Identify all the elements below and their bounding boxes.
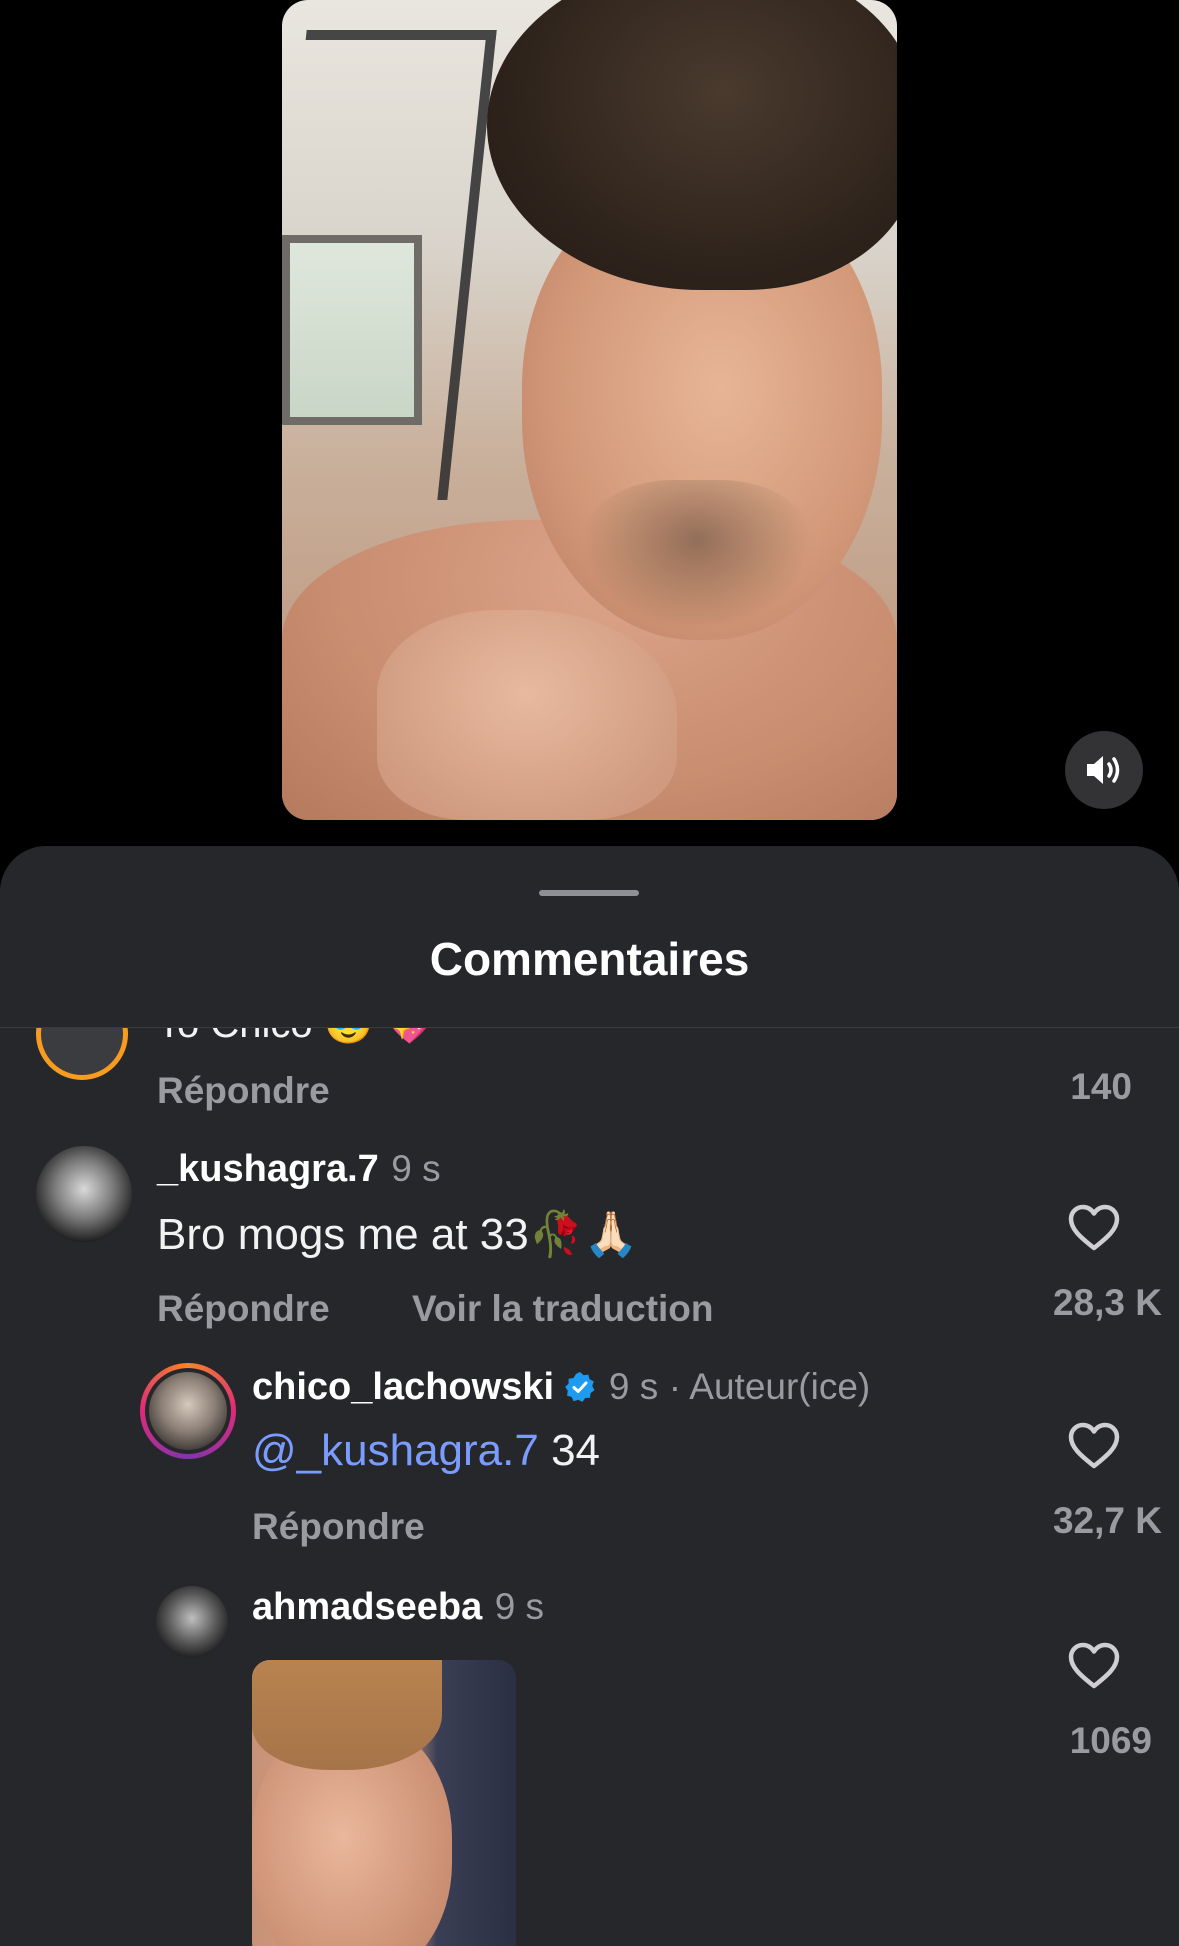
comment-username[interactable]: chico_lachowski bbox=[252, 1366, 554, 1408]
sheet-title: Commentaires bbox=[429, 933, 750, 985]
comment-header: ahmadseeba 9 s bbox=[252, 1586, 544, 1629]
comment-time: 9 s bbox=[391, 1148, 441, 1189]
like-count: 1069 bbox=[1069, 1720, 1152, 1761]
heart-icon[interactable] bbox=[1068, 1422, 1120, 1470]
like-count: 28,3 K bbox=[1052, 1282, 1162, 1323]
avatar-photo bbox=[149, 1372, 227, 1450]
comment-time: 9 s bbox=[494, 1586, 545, 1627]
comment-text: To Chico 🥹 💖 bbox=[157, 1028, 434, 1047]
comments-sheet: Commentaires To Chico 🥹 💖 Répondre 140 _… bbox=[0, 846, 1179, 1946]
sheet-grabber[interactable] bbox=[539, 890, 639, 896]
gif-hair bbox=[252, 1660, 442, 1770]
speaker-icon bbox=[1087, 756, 1120, 784]
avatar-ring-gap bbox=[145, 1368, 231, 1454]
avatar[interactable] bbox=[156, 1586, 228, 1658]
comment-username[interactable]: _kushagra.7 bbox=[157, 1148, 379, 1190]
comment-username[interactable]: ahmadseeba bbox=[252, 1586, 482, 1628]
comment-text-content: 34 bbox=[538, 1426, 601, 1475]
reply-button[interactable]: Répondre bbox=[252, 1506, 425, 1548]
video-person-hair bbox=[487, 0, 897, 290]
mention-link[interactable]: @_kushagra.7 bbox=[252, 1426, 539, 1475]
mute-button[interactable] bbox=[1065, 731, 1143, 809]
comment-header: _kushagra.7 9 s bbox=[157, 1148, 441, 1191]
avatar[interactable] bbox=[140, 1363, 236, 1459]
video-person-hand bbox=[377, 610, 677, 820]
like-count: 140 bbox=[1070, 1066, 1132, 1107]
screen: Commentaires To Chico 🥹 💖 Répondre 140 _… bbox=[0, 0, 1179, 1946]
comment-text: Bro mogs me at 33🥀🙏🏻 bbox=[157, 1210, 639, 1259]
comments-list[interactable]: To Chico 🥹 💖 Répondre 140 _kushagra.7 9 … bbox=[0, 1028, 1179, 1946]
reel-video[interactable] bbox=[282, 0, 897, 820]
comment-header: chico_lachowski 9 s · Auteur(ice) bbox=[252, 1366, 870, 1409]
author-tag: · Auteur(ice) bbox=[668, 1366, 871, 1407]
see-translation-button[interactable]: Voir la traduction bbox=[412, 1288, 714, 1330]
verified-badge-icon bbox=[565, 1372, 595, 1402]
like-count: 32,7 K bbox=[1052, 1500, 1162, 1541]
video-person-beard bbox=[582, 480, 812, 630]
reply-button[interactable]: Répondre bbox=[157, 1070, 330, 1112]
avatar[interactable] bbox=[36, 1028, 128, 1080]
reply-button[interactable]: Répondre bbox=[157, 1288, 330, 1330]
gif-attachment[interactable] bbox=[252, 1660, 516, 1946]
avatar[interactable] bbox=[36, 1146, 132, 1242]
comment-text: @_kushagra.7 34 bbox=[252, 1426, 600, 1476]
heart-icon[interactable] bbox=[1068, 1204, 1120, 1252]
heart-icon[interactable] bbox=[1068, 1642, 1120, 1690]
comment-time: 9 s bbox=[608, 1366, 659, 1407]
video-scene-window bbox=[282, 235, 422, 425]
